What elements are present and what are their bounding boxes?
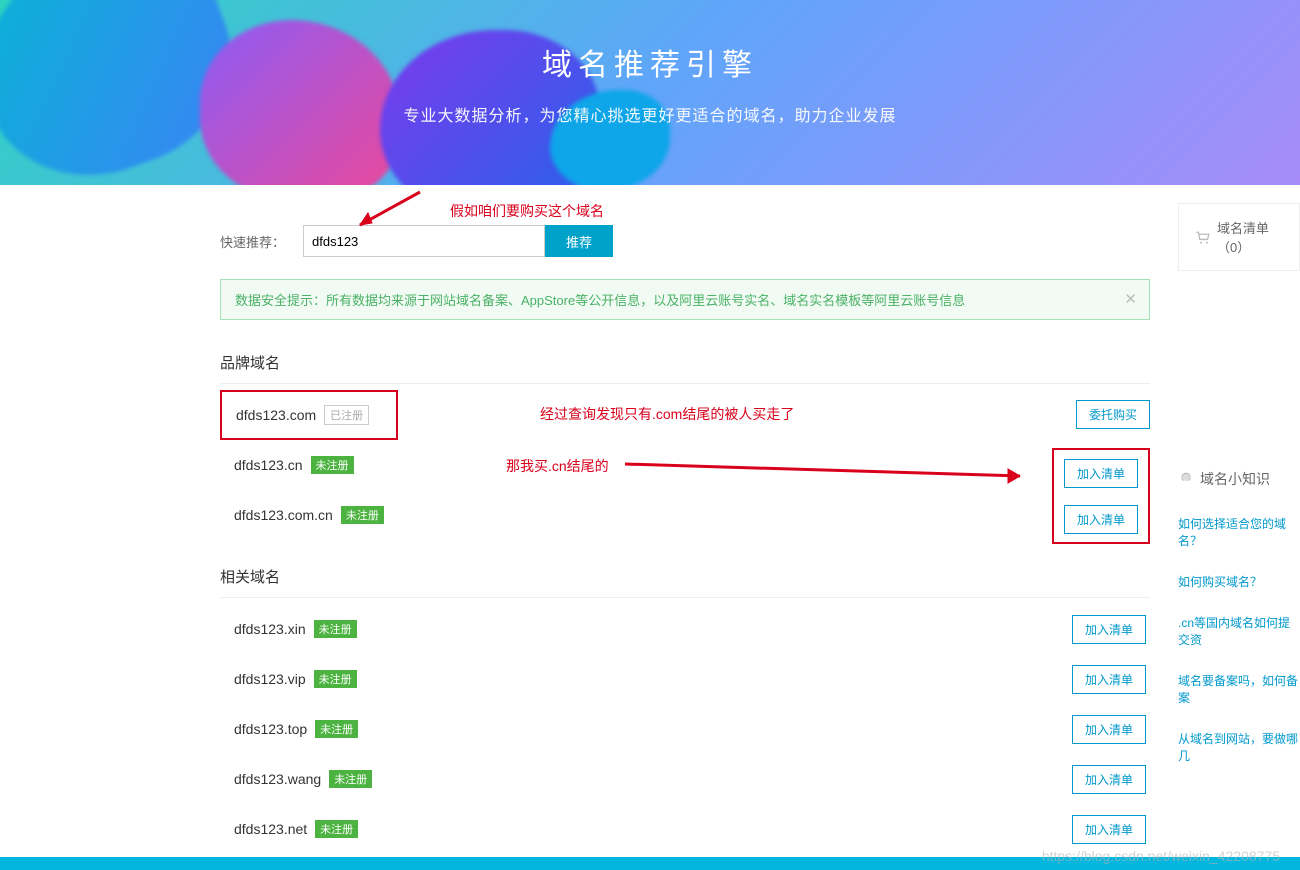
annotation-text-3: 那我买.cn结尾的 (506, 456, 609, 476)
watermark: https://blog.csdn.net/weixin_42208775 (1042, 848, 1280, 864)
annotation-text-1: 假如咱们要购买这个域名 (450, 201, 604, 221)
tip-link[interactable]: 如何选择适合您的域名？ (1178, 503, 1300, 561)
tip-text: 数据安全提示：所有数据均来源于网站域名备案、AppStore等公开信息，以及阿里… (235, 293, 965, 308)
search-label: 快速推荐： (220, 232, 285, 251)
unregistered-badge: 未注册 (329, 770, 372, 788)
add-to-list-button[interactable]: 加入清单 (1064, 459, 1138, 488)
add-to-list-button[interactable]: 加入清单 (1064, 505, 1138, 534)
hero-banner: 域名推荐引擎 专业大数据分析，为您精心挑选更好更适合的域名，助力企业发展 (0, 0, 1300, 185)
domain-name: dfds123.vip (234, 671, 306, 687)
domain-name: dfds123.net (234, 821, 307, 837)
unregistered-badge: 未注册 (315, 820, 358, 838)
domain-row: dfds123.com.cn 未注册 (220, 490, 1000, 540)
tip-link[interactable]: 如何购买域名？ (1178, 561, 1300, 602)
close-icon[interactable]: ✕ (1124, 290, 1137, 308)
domain-name: dfds123.com.cn (234, 507, 333, 523)
domain-row: dfds123.wang 未注册 加入清单 (220, 754, 1150, 804)
add-to-list-button[interactable]: 加入清单 (1072, 665, 1146, 694)
banner-title: 域名推荐引擎 (403, 40, 896, 84)
cart-icon (1195, 231, 1211, 244)
annotation-text-2: 经过查询发现只有.com结尾的被人买走了 (540, 404, 794, 424)
registered-badge: 已注册 (324, 405, 369, 425)
cart-title: 域名清单（0） (1217, 218, 1283, 256)
domain-row: 加入清单 (1054, 496, 1148, 542)
domain-name: dfds123.xin (234, 621, 306, 637)
add-to-list-button[interactable]: 加入清单 (1072, 765, 1146, 794)
tip-link[interactable]: 从域名到网站，要做哪几 (1178, 718, 1300, 776)
unregistered-badge: 未注册 (314, 620, 357, 638)
unregistered-badge: 未注册 (315, 720, 358, 738)
banner-subtitle: 专业大数据分析，为您精心挑选更好更适合的域名，助力企业发展 (403, 102, 896, 126)
tip-link[interactable]: 域名要备案吗，如何备案 (1178, 660, 1300, 718)
arrow-icon (340, 187, 430, 237)
tips-title-text: 域名小知识 (1200, 469, 1270, 489)
domain-row: dfds123.vip 未注册 加入清单 (220, 654, 1150, 704)
security-tip: 数据安全提示：所有数据均来源于网站域名备案、AppStore等公开信息，以及阿里… (220, 279, 1150, 320)
tips-card: 域名小知识 如何选择适合您的域名？如何购买域名？.cn等国内域名如何提交资域名要… (1178, 469, 1300, 776)
recommend-button[interactable]: 推荐 (545, 225, 613, 257)
entrust-buy-button[interactable]: 委托购买 (1076, 400, 1150, 429)
domain-row: 加入清单 (1054, 450, 1148, 496)
tip-link[interactable]: .cn等国内域名如何提交资 (1178, 602, 1300, 660)
add-to-list-button[interactable]: 加入清单 (1072, 815, 1146, 844)
domain-row: dfds123.top 未注册 加入清单 (220, 704, 1150, 754)
domain-name: dfds123.top (234, 721, 307, 737)
unregistered-badge: 未注册 (341, 506, 384, 524)
domain-name: dfds123.com (236, 407, 316, 423)
unregistered-badge: 未注册 (311, 456, 354, 474)
domain-row: dfds123.net 未注册 加入清单 (220, 804, 1150, 854)
domain-row-registered: dfds123.com 已注册 (220, 390, 398, 440)
cart-card: 域名清单（0） (1178, 203, 1300, 271)
domain-name: dfds123.cn (234, 457, 303, 473)
domain-name: dfds123.wang (234, 771, 321, 787)
unregistered-badge: 未注册 (314, 670, 357, 688)
section-brand-title: 品牌域名 (220, 352, 1150, 384)
add-to-list-button[interactable]: 加入清单 (1072, 615, 1146, 644)
add-to-list-button[interactable]: 加入清单 (1072, 715, 1146, 744)
arrow-icon (620, 452, 1050, 492)
tips-icon (1178, 471, 1194, 488)
section-related-title: 相关域名 (220, 566, 1150, 598)
domain-row: dfds123.xin 未注册 加入清单 (220, 604, 1150, 654)
